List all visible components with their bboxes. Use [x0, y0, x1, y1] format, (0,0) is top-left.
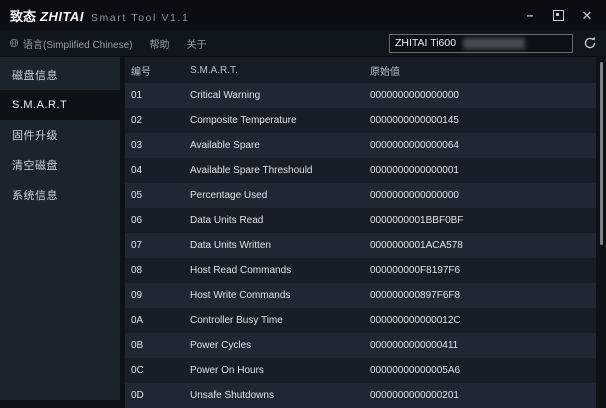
- app-window: 致态 ZHITAI Smart Tool V1.1 – ✕ 语言(Simplifi…: [0, 0, 606, 400]
- raw-value: 000000000897F6F8: [370, 290, 596, 301]
- sidebar-item-smart[interactable]: S.M.A.R.T: [0, 90, 120, 120]
- brand-en: ZHITAI: [40, 9, 84, 24]
- menu-help-label: 帮助: [149, 36, 169, 51]
- smart-attribute: Data Units Written: [190, 240, 370, 251]
- smart-attribute: Controller Busy Time: [190, 315, 370, 326]
- menubar: 语言(Simplified Chinese) 帮助 关于 ZHITAI Ti60…: [0, 30, 606, 57]
- table-header: 编号 S.M.A.R.T. 原始值: [125, 57, 596, 83]
- smart-attribute: Critical Warning: [190, 90, 370, 101]
- sidebar-item-disk-info[interactable]: 磁盘信息: [0, 60, 120, 90]
- row-number: 01: [131, 90, 190, 101]
- menu-about[interactable]: 关于: [186, 36, 206, 51]
- smart-attribute: Percentage Used: [190, 190, 370, 201]
- row-number: 08: [131, 265, 190, 276]
- device-area: ZHITAI Ti600: [389, 34, 597, 53]
- smart-attribute: Available Spare: [190, 140, 370, 151]
- smart-attribute: Host Write Commands: [190, 290, 370, 301]
- raw-value: 00000000000005A6: [370, 365, 596, 376]
- raw-value: 0000000000000064: [370, 140, 596, 151]
- refresh-icon: [583, 36, 597, 50]
- redacted-serial: [463, 38, 525, 49]
- raw-value: 0000000000000000: [370, 190, 596, 201]
- smart-attribute: Unsafe Shutdowns: [190, 390, 370, 401]
- menu-about-label: 关于: [186, 36, 206, 51]
- table-row[interactable]: 01Critical Warning0000000000000000: [125, 83, 596, 108]
- raw-value: 0000000000000000: [370, 90, 596, 101]
- sidebar-item-label: S.M.A.R.T: [12, 99, 67, 111]
- app-title: Smart Tool V1.1: [91, 12, 190, 24]
- table-row[interactable]: 0DUnsafe Shutdowns0000000000000201: [125, 383, 596, 408]
- table-row[interactable]: 05Percentage Used0000000000000000: [125, 183, 596, 208]
- maximize-icon[interactable]: [553, 10, 564, 21]
- sidebar-item-label: 磁盘信息: [12, 67, 58, 83]
- table-row[interactable]: 0BPower Cycles0000000000000411: [125, 333, 596, 358]
- smart-attribute: Available Spare Threshould: [190, 165, 370, 176]
- sidebar-item-firmware-upgrade[interactable]: 固件升级: [0, 120, 120, 150]
- close-icon[interactable]: ✕: [580, 8, 594, 22]
- raw-value: 000000000F8197F6: [370, 265, 596, 276]
- smart-attribute: Power Cycles: [190, 340, 370, 351]
- table-row[interactable]: 04Available Spare Threshould000000000000…: [125, 158, 596, 183]
- column-header-smart: S.M.A.R.T.: [190, 65, 370, 76]
- window-controls: – ✕: [523, 8, 594, 22]
- vertical-scrollbar[interactable]: [600, 62, 603, 245]
- table-row[interactable]: 0CPower On Hours00000000000005A6: [125, 358, 596, 383]
- device-selector[interactable]: ZHITAI Ti600: [389, 34, 573, 53]
- raw-value: 0000000000000201: [370, 390, 596, 401]
- row-number: 0B: [131, 340, 190, 351]
- brand-cn: 致态: [10, 6, 36, 25]
- globe-icon: [9, 38, 19, 48]
- raw-value: 0000000000000411: [370, 340, 596, 351]
- raw-value: 0000000000000001: [370, 165, 596, 176]
- menu-items: 语言(Simplified Chinese) 帮助 关于: [9, 36, 206, 51]
- raw-value: 0000000000000145: [370, 115, 596, 126]
- row-number: 0C: [131, 365, 190, 376]
- smart-attribute: Data Units Read: [190, 215, 370, 226]
- smart-attribute: Power On Hours: [190, 365, 370, 376]
- column-header-rawvalue: 原始值: [370, 63, 596, 78]
- smart-panel: 编号 S.M.A.R.T. 原始值 01Critical Warning0000…: [120, 57, 606, 400]
- raw-value: 0000000001BBF0BF: [370, 215, 596, 226]
- table-body: 01Critical Warning000000000000000002Comp…: [125, 83, 596, 408]
- row-number: 03: [131, 140, 190, 151]
- table-row[interactable]: 07Data Units Written0000000001ACA578: [125, 233, 596, 258]
- row-number: 04: [131, 165, 190, 176]
- refresh-button[interactable]: [582, 36, 597, 51]
- raw-value: 000000000000012C: [370, 315, 596, 326]
- table-row[interactable]: 09Host Write Commands000000000897F6F8: [125, 283, 596, 308]
- smart-attribute: Composite Temperature: [190, 115, 370, 126]
- minimize-icon[interactable]: –: [523, 8, 537, 22]
- table-row[interactable]: 06Data Units Read0000000001BBF0BF: [125, 208, 596, 233]
- menu-help[interactable]: 帮助: [149, 36, 169, 51]
- table-row[interactable]: 08Host Read Commands000000000F8197F6: [125, 258, 596, 283]
- titlebar: 致态 ZHITAI Smart Tool V1.1 – ✕: [0, 0, 606, 30]
- menu-language-label: 语言(Simplified Chinese): [23, 36, 132, 51]
- sidebar-item-system-info[interactable]: 系统信息: [0, 180, 120, 210]
- row-number: 0D: [131, 390, 190, 401]
- sidebar: 磁盘信息 S.M.A.R.T 固件升级清空磁盘系统信息: [0, 57, 120, 400]
- table-row[interactable]: 02Composite Temperature0000000000000145: [125, 108, 596, 133]
- row-number: 05: [131, 190, 190, 201]
- sidebar-item-erase-disk[interactable]: 清空磁盘: [0, 150, 120, 180]
- smart-attribute: Host Read Commands: [190, 265, 370, 276]
- row-number: 09: [131, 290, 190, 301]
- raw-value: 0000000001ACA578: [370, 240, 596, 251]
- content: 磁盘信息 S.M.A.R.T 固件升级清空磁盘系统信息 编号 S.M.A.R.T. …: [0, 57, 606, 400]
- menu-language[interactable]: 语言(Simplified Chinese): [9, 36, 132, 51]
- sidebar-item-label: 系统信息: [12, 187, 58, 203]
- device-name: ZHITAI Ti600: [395, 37, 456, 49]
- app-logo: 致态 ZHITAI Smart Tool V1.1: [10, 6, 189, 25]
- row-number: 0A: [131, 315, 190, 326]
- sidebar-item-label: 固件升级: [12, 127, 58, 143]
- column-header-number: 编号: [131, 63, 190, 78]
- row-number: 07: [131, 240, 190, 251]
- sidebar-item-label: 清空磁盘: [12, 157, 58, 173]
- row-number: 02: [131, 115, 190, 126]
- table-row[interactable]: 0AController Busy Time000000000000012C: [125, 308, 596, 333]
- row-number: 06: [131, 215, 190, 226]
- table-row[interactable]: 03Available Spare0000000000000064: [125, 133, 596, 158]
